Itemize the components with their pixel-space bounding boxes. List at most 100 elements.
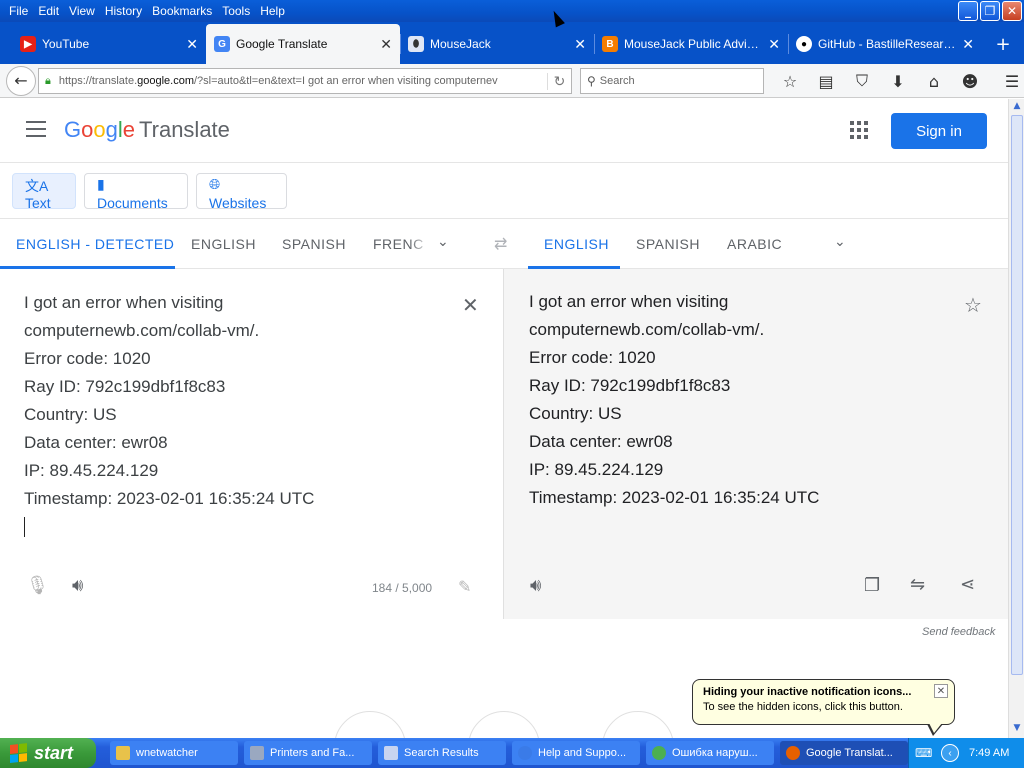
back-button[interactable]: ←: [6, 65, 36, 96]
target-lang-arabic[interactable]: ARABIC: [727, 236, 782, 252]
smiley-icon[interactable]: ☻: [952, 68, 988, 94]
printer-icon: [250, 746, 264, 760]
swap-languages-icon[interactable]: ⇄: [494, 234, 508, 254]
balloon-tail-fill: [929, 723, 942, 733]
taskbar-item-printers[interactable]: Printers and Fa...: [244, 741, 372, 765]
save-translation-star-icon[interactable]: ☆: [964, 293, 982, 317]
edit-pencil-icon[interactable]: ✎: [458, 577, 471, 596]
toolbar-icons: ☆ ▤ ⛉ ⬇ ⌂ ☻ ☰: [772, 68, 1024, 94]
tab-title: MouseJack: [430, 37, 491, 51]
chrome-icon: [652, 746, 666, 760]
rate-translation-icon[interactable]: ⇋: [910, 574, 925, 595]
menu-bookmarks[interactable]: Bookmarks: [147, 4, 217, 18]
reload-icon[interactable]: ↻: [547, 72, 571, 90]
source-textarea[interactable]: I got an error when visiting computernew…: [24, 289, 314, 513]
close-window-button[interactable]: ✕: [1002, 1, 1022, 21]
balloon-close-icon[interactable]: ✕: [934, 684, 948, 698]
translate-icon: 文A: [25, 178, 49, 194]
mode-text-button[interactable]: 文A Text: [12, 173, 76, 211]
menu-edit[interactable]: Edit: [33, 4, 64, 18]
tab-google-translate[interactable]: G Google Translate ✕: [206, 24, 400, 64]
target-lang-english[interactable]: ENGLISH: [544, 236, 609, 252]
listen-translation-icon[interactable]: 🔊︎: [530, 575, 541, 596]
start-button[interactable]: start: [0, 738, 96, 768]
window-controls: _ ❐ ✕: [958, 1, 1022, 21]
menu-tools[interactable]: Tools: [217, 4, 255, 18]
menu-history[interactable]: History: [100, 4, 147, 18]
send-feedback-link[interactable]: Send feedback: [922, 626, 995, 638]
task-label: Ошибка наруш...: [672, 747, 758, 759]
tab-mousejack-advisory[interactable]: B MouseJack Public Advisori... ✕: [594, 24, 788, 64]
mousejack-icon: ⬮: [408, 36, 424, 52]
mode-websites-button[interactable]: 🌐︎ Websites: [196, 173, 287, 211]
menu-file[interactable]: File: [4, 4, 33, 18]
taskbar-item-chrome[interactable]: Ошибка наруш...: [646, 741, 774, 765]
menu-icon[interactable]: ☰: [994, 68, 1024, 94]
close-tab-icon[interactable]: ✕: [962, 36, 974, 53]
search-input[interactable]: ⚲ Search: [580, 68, 764, 94]
page-scrollbar[interactable]: ▲ ▼: [1008, 99, 1024, 738]
menu-help[interactable]: Help: [255, 4, 290, 18]
scroll-up-icon[interactable]: ▲: [1011, 101, 1023, 113]
home-icon[interactable]: ⌂: [916, 68, 952, 94]
blogger-icon: B: [602, 36, 618, 52]
mode-label: Text: [25, 195, 51, 211]
translation-line: Timestamp: 2023-02-01 16:35:24 UTC: [529, 488, 820, 507]
bookmark-star-icon[interactable]: ☆: [772, 68, 808, 94]
reading-list-icon[interactable]: ▤: [808, 68, 844, 94]
tab-github[interactable]: ● GitHub - BastilleResearch/... ✕: [788, 24, 982, 64]
scroll-thumb[interactable]: [1011, 115, 1023, 675]
source-text-pane[interactable]: I got an error when visiting computernew…: [0, 269, 504, 619]
microphone-icon[interactable]: 🎙︎: [26, 575, 49, 596]
share-icon[interactable]: ⋖: [960, 574, 975, 595]
apps-grid-icon[interactable]: [850, 121, 868, 139]
source-more-langs-icon[interactable]: ⌄: [437, 233, 449, 250]
pocket-icon[interactable]: ⛉: [844, 68, 880, 94]
close-tab-icon[interactable]: ✕: [574, 36, 586, 53]
show-hidden-icons-button[interactable]: ‹: [941, 744, 959, 762]
menu-view[interactable]: View: [64, 4, 100, 18]
mode-documents-button[interactable]: ▮ Documents: [84, 173, 188, 211]
source-line: computernewb.com/collab-vm/.: [24, 321, 260, 340]
window-titlebar: File Edit View History Bookmarks Tools H…: [0, 0, 1024, 22]
tab-youtube[interactable]: ▶ YouTube ✕: [12, 24, 206, 64]
taskbar-item-search-results[interactable]: Search Results: [378, 741, 506, 765]
translation-text: I got an error when visiting computernew…: [529, 288, 819, 512]
google-translate-icon: G: [214, 36, 230, 52]
clock[interactable]: 7:49 AM: [969, 747, 1009, 759]
navigation-toolbar: ← 🔒︎ https://translate.google.com/?sl=au…: [0, 64, 1024, 98]
listen-source-icon[interactable]: 🔊︎: [72, 575, 83, 596]
source-line: Country: US: [24, 405, 117, 424]
copy-translation-icon[interactable]: ❐: [864, 575, 880, 596]
scroll-down-icon[interactable]: ▼: [1011, 723, 1023, 735]
tab-mousejack[interactable]: ⬮ MouseJack ✕: [400, 24, 594, 64]
url-bar[interactable]: 🔒︎ https://translate.google.com/?sl=auto…: [38, 68, 572, 94]
source-lang-detected[interactable]: ENGLISH - DETECTED: [16, 236, 174, 252]
google-translate-logo[interactable]: Google Translate: [64, 117, 230, 143]
target-lang-spanish[interactable]: SPANISH: [636, 236, 700, 252]
mode-selector: 文A Text ▮ Documents 🌐︎ Websites: [0, 163, 1008, 219]
keyboard-icon[interactable]: ⌨: [915, 746, 932, 760]
taskbar-item-firefox[interactable]: Google Translat...: [780, 741, 908, 765]
close-tab-icon[interactable]: ✕: [186, 36, 198, 53]
taskbar-item-wnetwatcher[interactable]: wnetwatcher: [110, 741, 238, 765]
source-lang-spanish[interactable]: SPANISH: [282, 236, 346, 252]
target-more-langs-icon[interactable]: ⌄: [834, 233, 846, 250]
close-tab-icon[interactable]: ✕: [380, 36, 392, 53]
youtube-icon: ▶: [20, 36, 36, 52]
balloon-title: Hiding your inactive notification icons.…: [703, 686, 912, 698]
notification-balloon: Hiding your inactive notification icons.…: [692, 679, 955, 736]
search-icon: ⚲: [587, 74, 596, 88]
taskbar-item-help-support[interactable]: Help and Suppo...: [512, 741, 640, 765]
balloon-text: To see the hidden icons, click this butt…: [703, 701, 903, 713]
new-tab-button[interactable]: +: [988, 24, 1018, 64]
lock-icon[interactable]: 🔒︎: [45, 75, 51, 88]
sign-in-button[interactable]: Sign in: [891, 113, 987, 149]
restore-button[interactable]: ❐: [980, 1, 1000, 21]
source-lang-english[interactable]: ENGLISH: [191, 236, 256, 252]
downloads-icon[interactable]: ⬇: [880, 68, 916, 94]
clear-text-icon[interactable]: ✕: [462, 293, 479, 317]
main-menu-icon[interactable]: [26, 121, 46, 137]
minimize-button[interactable]: _: [958, 1, 978, 21]
close-tab-icon[interactable]: ✕: [768, 36, 780, 53]
